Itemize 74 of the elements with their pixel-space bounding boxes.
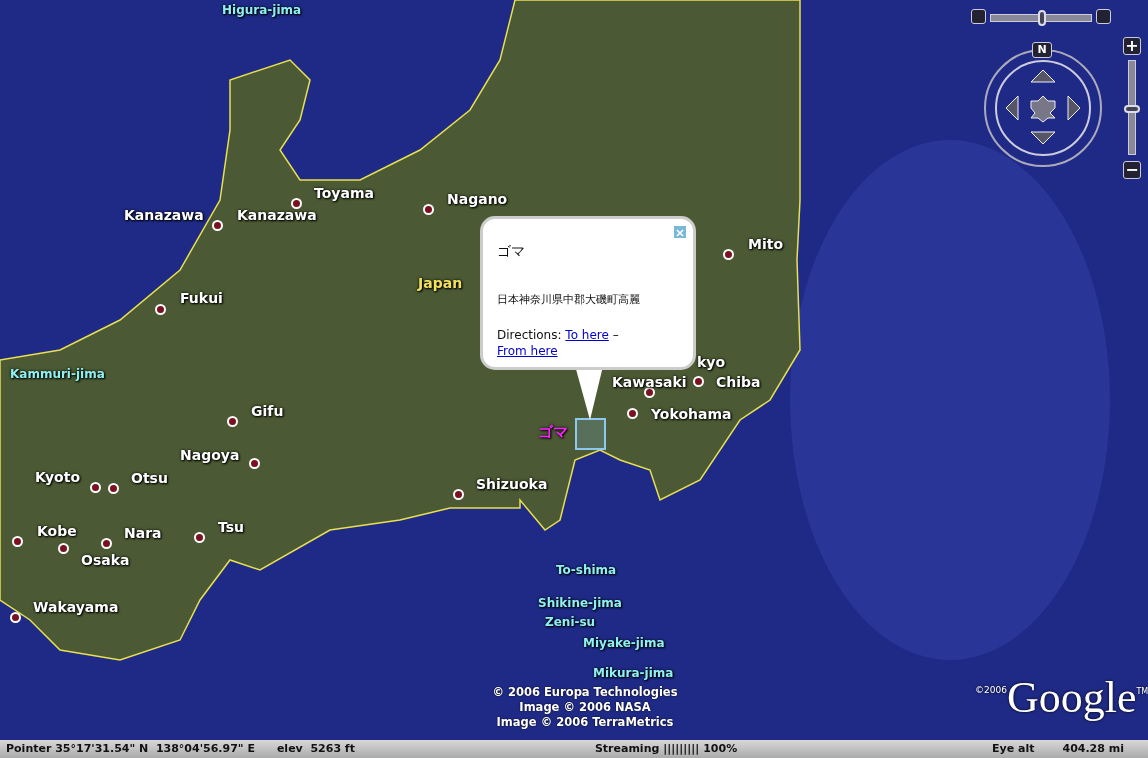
credit-text: Image © 2006 TerraMetrics xyxy=(495,715,675,730)
place-label[interactable]: kyo xyxy=(697,354,726,371)
place-label[interactable]: Yokohama xyxy=(651,406,732,423)
place-marker-dot[interactable] xyxy=(249,458,260,469)
left-arrow-icon[interactable] xyxy=(1005,95,1019,121)
place-label[interactable]: Nagoya xyxy=(180,447,240,464)
place-label[interactable]: Kammuri-jima xyxy=(10,367,105,382)
place-label[interactable]: Shikine-jima xyxy=(538,596,622,611)
place-label[interactable]: Toyama xyxy=(314,185,374,202)
place-marker-dot[interactable] xyxy=(108,483,119,494)
zoom-out-button[interactable]: − xyxy=(1123,161,1141,179)
place-marker-dot[interactable] xyxy=(453,489,464,500)
place-label[interactable]: Nara xyxy=(124,525,162,542)
streaming-status: Streaming ||||||||| 100% xyxy=(594,740,738,757)
place-label[interactable]: Japan xyxy=(418,275,463,292)
place-marker-dot[interactable] xyxy=(155,304,166,315)
logo-trademark: TM xyxy=(1136,687,1148,696)
directions-link[interactable]: From here xyxy=(497,342,558,359)
place-label[interactable]: Mikura-jima xyxy=(593,666,674,681)
place-marker-dot[interactable] xyxy=(227,416,238,427)
place-label[interactable]: Wakayama xyxy=(33,599,119,616)
elevation-text: elev 5263 ft xyxy=(276,740,355,757)
place-marker-dot[interactable] xyxy=(291,198,302,209)
address-text: 日本神奈川県中郡大磯町高麗 xyxy=(497,292,641,308)
place-marker-dot[interactable] xyxy=(12,536,23,547)
place-label[interactable]: Higura-jima xyxy=(222,3,302,18)
credit-text: © 2006 Europa Technologies xyxy=(491,685,679,700)
eye-alt-value: 404.28 mi xyxy=(1062,740,1124,757)
pointer-coordinates: Pointer 35°17'31.54" N 138°04'56.97" E xyxy=(6,740,255,757)
place-label[interactable]: Miyake-jima xyxy=(583,636,665,651)
down-arrow-icon[interactable] xyxy=(1030,131,1056,145)
right-arrow-icon[interactable] xyxy=(1067,95,1081,121)
place-marker-dot[interactable] xyxy=(627,408,638,419)
up-arrow-icon[interactable] xyxy=(1030,69,1056,83)
place-marker-dot[interactable] xyxy=(723,249,734,260)
zoom-slider-thumb[interactable] xyxy=(1124,104,1140,113)
place-label[interactable]: Osaka xyxy=(81,552,130,569)
credit-text: Image © 2006 NASA xyxy=(518,700,652,715)
place-marker-dot[interactable] xyxy=(58,543,69,554)
place-marker-dot[interactable] xyxy=(10,612,21,623)
place-label[interactable]: Fukui xyxy=(180,290,223,307)
place-label[interactable]: Kawasaki xyxy=(612,374,687,391)
placemark-icon[interactable] xyxy=(575,418,606,450)
logo-text: Google xyxy=(1006,676,1137,720)
separator-text: – xyxy=(612,327,619,342)
place-marker-dot[interactable] xyxy=(212,220,223,231)
place-label[interactable]: Kobe xyxy=(37,523,77,540)
north-button[interactable]: N xyxy=(1032,42,1052,58)
place-label[interactable]: Zeni-su xyxy=(545,615,596,630)
place-label[interactable]: Kanazawa xyxy=(124,207,204,224)
logo-copyright: ©2006 xyxy=(975,685,1007,695)
place-label[interactable]: Nagano xyxy=(447,191,508,208)
place-marker-dot[interactable] xyxy=(693,376,704,387)
place-label[interactable]: Otsu xyxy=(131,470,168,487)
place-marker-dot[interactable] xyxy=(194,532,205,543)
zoom-in-button[interactable]: + xyxy=(1123,37,1141,55)
eye-alt-label: Eye alt xyxy=(992,740,1035,757)
place-marker-dot[interactable] xyxy=(644,387,655,398)
place-label[interactable]: Tsu xyxy=(218,519,244,536)
directions-link[interactable]: To here xyxy=(565,326,609,343)
place-label[interactable]: Mito xyxy=(748,236,784,253)
center-gear-icon[interactable] xyxy=(1030,95,1056,123)
place-label[interactable]: Gifu xyxy=(251,403,284,420)
place-label[interactable]: To-shima xyxy=(556,563,617,578)
tilt-slider-thumb[interactable] xyxy=(1038,10,1046,26)
place-label[interactable]: Kyoto xyxy=(35,469,80,486)
place-label[interactable]: Chiba xyxy=(716,374,761,391)
balloon-title: ゴマ xyxy=(497,242,526,261)
place-marker-dot[interactable] xyxy=(101,538,112,549)
directions-label: Directions: xyxy=(497,327,562,342)
place-label[interactable]: Shizuoka xyxy=(476,476,548,493)
place-marker-dot[interactable] xyxy=(90,482,101,493)
place-label[interactable]: Kanazawa xyxy=(237,207,317,224)
place-marker-dot[interactable] xyxy=(423,204,434,215)
